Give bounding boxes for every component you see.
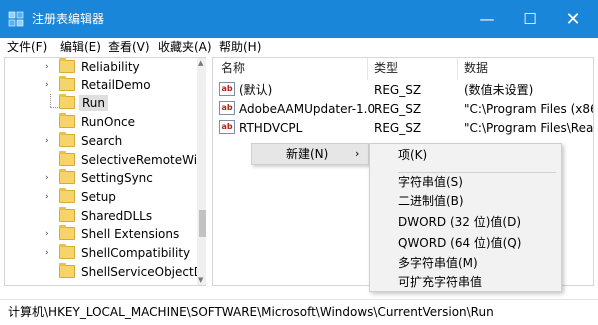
tree-item-runonce[interactable]: RunOnce xyxy=(5,113,195,131)
folder-icon xyxy=(59,113,75,128)
window-title: 注册表编辑器 xyxy=(32,12,105,26)
tree-item-label: SharedDLLs xyxy=(81,209,153,223)
tree-item-label: Setup xyxy=(81,190,116,204)
value-row-default[interactable]: ab (默认) REG_SZ (数值未设置) xyxy=(217,81,593,99)
value-data: (数值未设置) xyxy=(464,83,534,97)
minimize-button[interactable]: — xyxy=(467,0,507,38)
value-type: REG_SZ xyxy=(374,83,422,97)
folder-icon xyxy=(59,76,75,91)
title-bar: 注册表编辑器 — ☐ ✕ xyxy=(0,0,598,38)
submenu-item-dword-value[interactable]: DWORD (32 位)值(D) xyxy=(398,215,521,229)
submenu-item-key[interactable]: 项(K) xyxy=(398,148,427,162)
status-bar: 计算机\HKEY_LOCAL_MACHINE\SOFTWARE\Microsof… xyxy=(0,299,598,325)
submenu-item-string-value[interactable]: 字符串值(S) xyxy=(398,175,463,189)
expand-chevron-icon[interactable]: › xyxy=(45,246,55,260)
folder-icon xyxy=(59,132,75,147)
maximize-button[interactable]: ☐ xyxy=(510,0,550,38)
registry-path[interactable]: 计算机\HKEY_LOCAL_MACHINE\SOFTWARE\Microsof… xyxy=(8,305,494,319)
context-menu: 新建(N) › xyxy=(251,143,369,165)
new-submenu: 项(K) 字符串值(S) 二进制值(B) DWORD (32 位)值(D) QW… xyxy=(369,143,562,292)
value-type: REG_SZ xyxy=(374,102,422,116)
value-row-adobeaamupdater[interactable]: ab AdobeAAMUpdater-1.0 REG_SZ "C:\Progra… xyxy=(217,100,593,118)
tree-item-shellcompatibility[interactable]: › ShellCompatibility xyxy=(5,244,195,262)
column-header-name[interactable]: 名称 xyxy=(221,61,245,75)
expand-chevron-icon[interactable]: › xyxy=(45,190,55,204)
expand-chevron-icon[interactable]: › xyxy=(45,134,55,148)
close-button[interactable]: ✕ xyxy=(553,0,593,38)
submenu-item-binary-value[interactable]: 二进制值(B) xyxy=(398,194,464,208)
folder-icon xyxy=(59,58,75,73)
menu-bar: 文件(F) 编辑(E) 查看(V) 收藏夹(A) 帮助(H) xyxy=(0,38,598,56)
column-header-data[interactable]: 数据 xyxy=(464,61,488,75)
value-row-rthdvcpl[interactable]: ab RTHDVCPL REG_SZ "C:\Program Files\Rea… xyxy=(217,119,593,137)
column-header-type[interactable]: 类型 xyxy=(374,61,398,75)
submenu-item-multi-string-value[interactable]: 多字符串值(M) xyxy=(398,256,478,270)
menu-edit[interactable]: 编辑(E) xyxy=(60,39,101,55)
tree-item-label: SelectiveRemoteWipe xyxy=(81,153,206,167)
value-name: AdobeAAMUpdater-1.0 xyxy=(239,102,376,116)
tree-item-selectiveremotewipe[interactable]: SelectiveRemoteWipe xyxy=(5,151,206,169)
tree-item-search[interactable]: › Search xyxy=(5,132,195,150)
tree-item-setup[interactable]: › Setup xyxy=(5,188,195,206)
menu-separator xyxy=(398,172,556,173)
value-data: "C:\Program Files\Realte xyxy=(464,121,594,135)
expand-chevron-icon[interactable]: › xyxy=(45,171,55,185)
value-name: (默认) xyxy=(239,83,273,97)
menu-file[interactable]: 文件(F) xyxy=(7,39,47,55)
tree-item-label: ShellCompatibility xyxy=(81,246,191,260)
tree-item-run[interactable]: Run xyxy=(5,94,195,112)
folder-icon xyxy=(59,244,75,259)
submenu-arrow-icon: › xyxy=(355,147,360,160)
string-value-icon: ab xyxy=(219,101,235,115)
tree-item-label: ShellServiceObjectDe xyxy=(81,265,206,279)
tree-item-settingsync[interactable]: › SettingSync xyxy=(5,169,195,187)
submenu-item-qword-value[interactable]: QWORD (64 位)值(Q) xyxy=(398,236,521,250)
regedit-app-icon xyxy=(8,11,24,27)
tree-item-label: SettingSync xyxy=(81,171,153,185)
submenu-item-expandable-string-value[interactable]: 可扩充字符串值 xyxy=(398,275,482,289)
tree-item-shareddlls[interactable]: SharedDLLs xyxy=(5,207,195,225)
folder-icon xyxy=(59,225,75,240)
tree-item-label: RetailDemo xyxy=(81,78,151,92)
tree-scrollbar[interactable]: ▲ ▼ xyxy=(197,58,206,285)
value-name: RTHDVCPL xyxy=(239,121,303,135)
tree-item-label: Search xyxy=(81,134,123,148)
folder-icon xyxy=(59,151,75,166)
tree-item-label: Reliability xyxy=(81,60,140,74)
tree-item-shell-extensions[interactable]: › Shell Extensions xyxy=(5,225,195,243)
scroll-up-arrow-icon[interactable]: ▲ xyxy=(198,59,203,67)
menu-favorites[interactable]: 收藏夹(A) xyxy=(158,39,212,55)
expand-chevron-icon[interactable]: › xyxy=(45,227,55,241)
expand-chevron-icon[interactable]: › xyxy=(45,78,55,92)
tree-item-reliability[interactable]: › Reliability xyxy=(5,58,195,76)
folder-icon xyxy=(59,188,75,203)
expand-chevron-icon[interactable]: › xyxy=(45,60,55,74)
column-divider[interactable] xyxy=(457,58,458,80)
column-divider[interactable] xyxy=(367,58,368,80)
folder-icon xyxy=(59,94,75,109)
value-data: "C:\Program Files (x86)\C xyxy=(464,102,593,116)
tree-item-label: Run xyxy=(79,95,109,111)
tree-item-label: RunOnce xyxy=(81,115,136,129)
folder-icon xyxy=(59,169,75,184)
menu-item-new[interactable]: 新建(N) › xyxy=(252,144,368,164)
string-value-icon: ab xyxy=(219,120,235,134)
folder-icon xyxy=(59,263,75,278)
string-value-icon: ab xyxy=(219,82,235,96)
folder-icon xyxy=(59,207,75,222)
tree-item-label: Shell Extensions xyxy=(81,227,180,241)
tree-item-retaildemo[interactable]: › RetailDemo xyxy=(5,76,195,94)
menu-view[interactable]: 查看(V) xyxy=(108,39,150,55)
menu-help[interactable]: 帮助(H) xyxy=(219,39,261,55)
scroll-down-arrow-icon[interactable]: ▼ xyxy=(198,276,203,284)
tree-item-shellserviceobjectde[interactable]: ShellServiceObjectDe xyxy=(5,263,206,281)
scrollbar-thumb[interactable] xyxy=(199,210,206,237)
key-tree-pane[interactable]: › Reliability › RetailDemo Run RunOnce ›… xyxy=(4,57,206,286)
value-type: REG_SZ xyxy=(374,121,422,135)
menu-item-new-label: 新建(N) xyxy=(286,147,329,161)
